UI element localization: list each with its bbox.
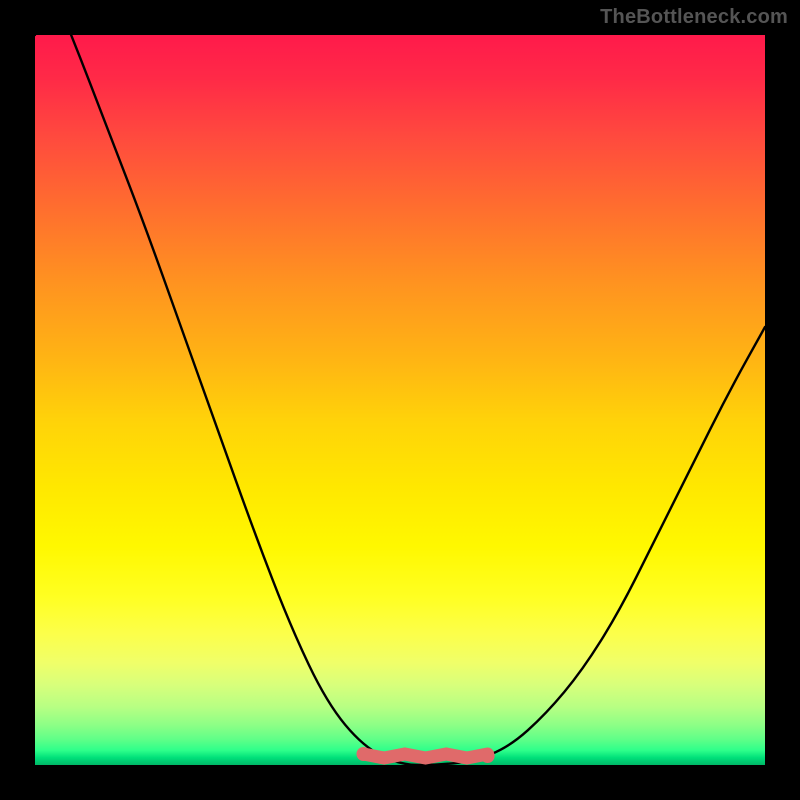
highlight-dot-left — [357, 747, 371, 761]
highlight-dot-right — [481, 749, 495, 763]
bottleneck-chart: TheBottleneck.com — [0, 0, 800, 800]
curve-layer — [35, 35, 765, 765]
bottleneck-curve — [35, 35, 765, 765]
highlight-band — [364, 754, 488, 758]
plot-area — [35, 35, 765, 765]
watermark-text: TheBottleneck.com — [600, 6, 788, 29]
